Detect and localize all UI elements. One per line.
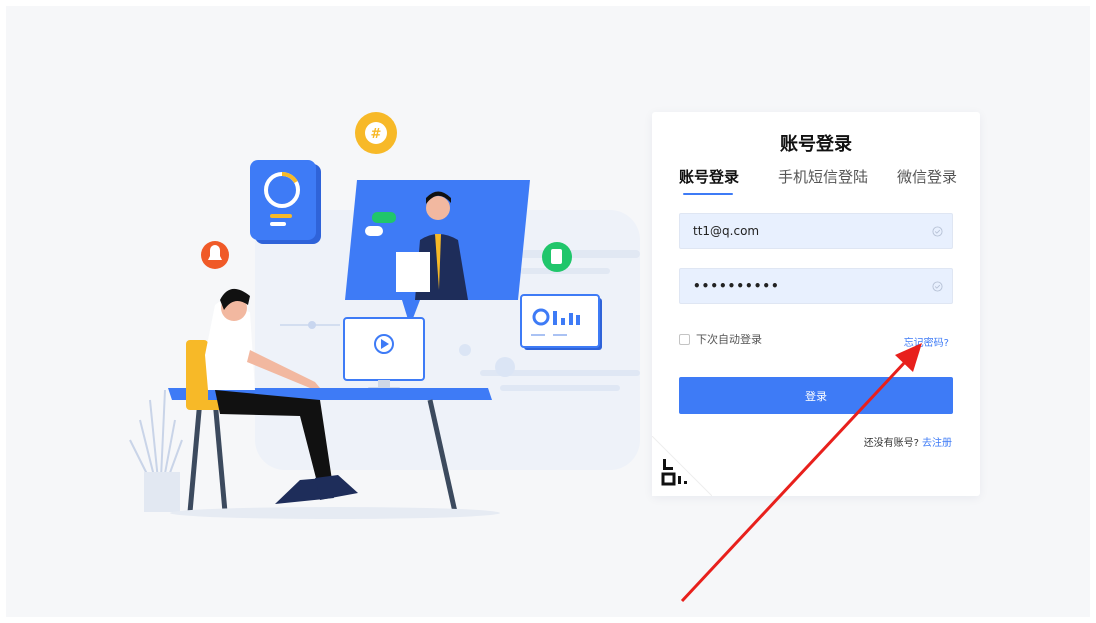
document-icon bbox=[542, 242, 572, 272]
active-tab-indicator bbox=[683, 193, 733, 195]
login-title: 账号登录 bbox=[780, 134, 852, 155]
username-input[interactable] bbox=[680, 214, 952, 248]
monitor bbox=[343, 317, 425, 390]
forgot-password-link[interactable]: 忘记密码? bbox=[904, 334, 949, 349]
password-input[interactable] bbox=[680, 269, 952, 303]
tab-account-login[interactable]: 账号登录 bbox=[679, 166, 739, 187]
login-card: 账号登录 账号登录 手机短信登陆 微信登录 下次自动登录 忘记密码? 登录 还没… bbox=[652, 112, 980, 496]
no-account-text: 还没有账号? bbox=[863, 438, 919, 449]
login-illustration: # bbox=[129, 112, 640, 519]
qr-code-icon[interactable] bbox=[652, 436, 712, 496]
svg-text:#: # bbox=[371, 127, 382, 142]
register-link[interactable]: 去注册 bbox=[922, 438, 952, 449]
tab-wechat-login[interactable]: 微信登录 bbox=[897, 166, 957, 187]
login-tabs: 账号登录 手机短信登陆 微信登录 bbox=[679, 166, 957, 198]
check-circle-icon bbox=[932, 226, 943, 237]
remember-checkbox[interactable] bbox=[679, 333, 690, 345]
chart-icon bbox=[520, 294, 602, 350]
login-button[interactable]: 登录 bbox=[679, 377, 953, 414]
username-field bbox=[679, 213, 953, 249]
bell-icon bbox=[201, 241, 229, 269]
plant bbox=[129, 389, 183, 512]
register-prompt: 还没有账号? 去注册 bbox=[864, 434, 952, 449]
tab-sms-login[interactable]: 手机短信登陆 bbox=[778, 166, 868, 187]
remember-label: 下次自动登录 bbox=[696, 333, 762, 346]
remember-me: 下次自动登录 bbox=[679, 331, 762, 347]
hashtag-chat-icon: # bbox=[355, 112, 397, 154]
password-field bbox=[679, 268, 953, 304]
check-circle-icon bbox=[932, 281, 943, 292]
dashboard-card-icon bbox=[250, 160, 321, 244]
